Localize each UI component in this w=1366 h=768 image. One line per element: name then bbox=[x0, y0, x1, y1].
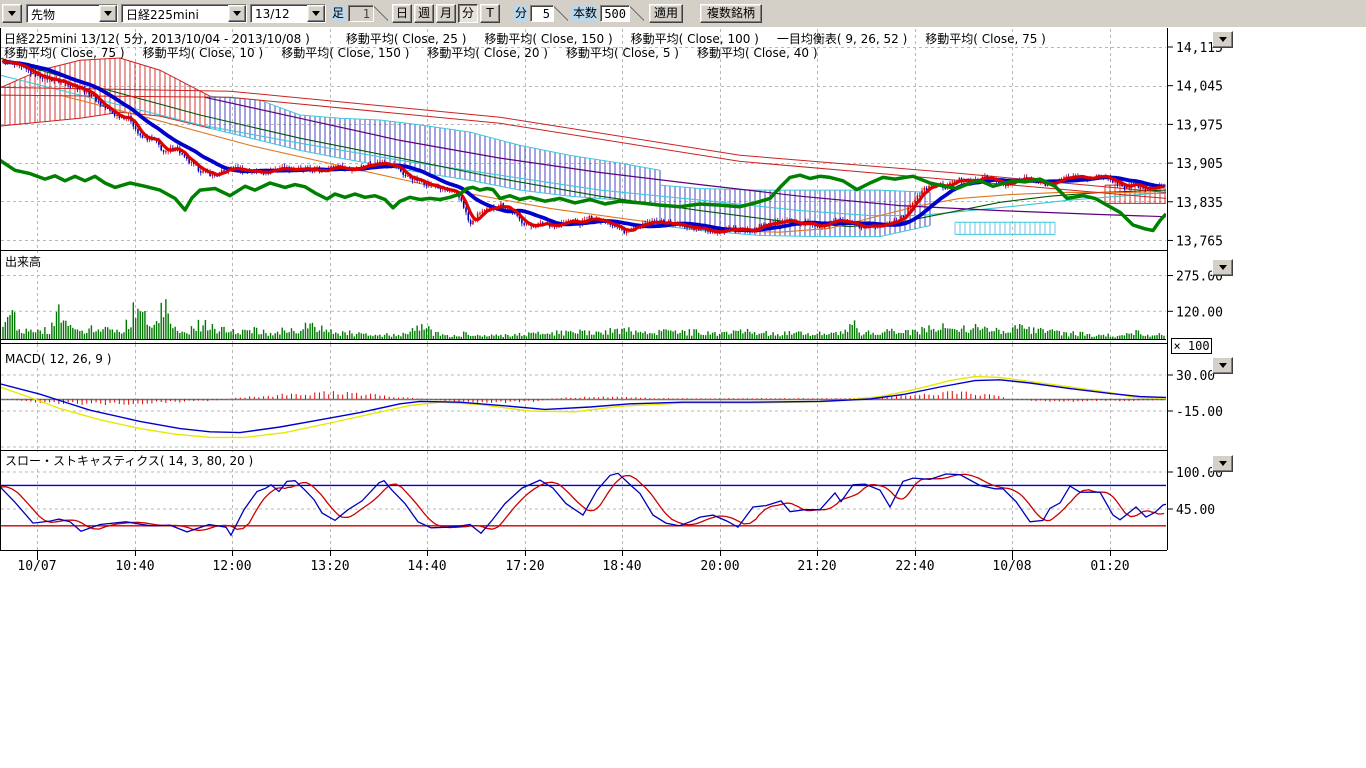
indicator-legend-item: 移動平均( Close, 5 ) bbox=[566, 46, 679, 60]
macd-pane-dropdown-button[interactable] bbox=[1212, 357, 1233, 374]
volume-pane-label: 出来高 bbox=[4, 253, 42, 270]
indicator-legend-item: 移動平均( Close, 20 ) bbox=[427, 46, 548, 60]
chevron-down-icon bbox=[1219, 363, 1227, 368]
chart-canvas: 14,11514,04513,97513,90513,83513,765275.… bbox=[0, 0, 1366, 768]
indicator-legend-item: 移動平均( Close, 75 ) bbox=[4, 46, 125, 60]
stoch-pane-dropdown-button[interactable] bbox=[1212, 455, 1233, 472]
axis-tick-label: 120.00 bbox=[1176, 305, 1223, 320]
axis-tick-label: 30.00 bbox=[1176, 369, 1215, 384]
x-axis-tick-label: 14:40 bbox=[407, 559, 446, 574]
stoch-pane-label: スロー・ストキャスティクス( 14, 3, 80, 20 ) bbox=[4, 452, 254, 469]
indicator-legend-row: 移動平均( Close, 75 ) 移動平均( Close, 10 ) 移動平均( … bbox=[4, 44, 854, 61]
app-window: { "toolbar": { "category": "先物", "symbol… bbox=[0, 0, 1366, 768]
x-axis-tick-label: 10/08 bbox=[992, 559, 1031, 574]
axis-tick-label: 13,835 bbox=[1176, 196, 1223, 211]
chevron-down-icon bbox=[1219, 265, 1227, 270]
x-axis-tick-label: 13:20 bbox=[310, 559, 349, 574]
axis-tick-label: -15.00 bbox=[1176, 405, 1223, 420]
x-axis-tick-label: 18:40 bbox=[602, 559, 641, 574]
indicator-legend-item: 移動平均( Close, 40 ) bbox=[697, 46, 818, 60]
x-axis-tick-label: 20:00 bbox=[700, 559, 739, 574]
indicator-legend-item: 移動平均( Close, 150 ) bbox=[281, 46, 409, 60]
axis-tick-label: 45.00 bbox=[1176, 503, 1215, 518]
volume-pane-dropdown-button[interactable] bbox=[1212, 259, 1233, 276]
macd-pane bbox=[0, 344, 1167, 450]
chevron-down-icon bbox=[1219, 461, 1227, 466]
x-axis-tick-label: 17:20 bbox=[505, 559, 544, 574]
axis-tick-label: 13,905 bbox=[1176, 157, 1223, 172]
x-axis-tick-label: 22:40 bbox=[895, 559, 934, 574]
x-axis-tick-label: 10:40 bbox=[115, 559, 154, 574]
chevron-down-icon bbox=[1219, 37, 1227, 42]
axis-tick-label: 13,765 bbox=[1176, 234, 1223, 249]
volume-multiplier-badge: × 100 bbox=[1171, 338, 1212, 354]
indicator-legend-item: 移動平均( Close, 10 ) bbox=[143, 46, 264, 60]
x-axis-tick-label: 01:20 bbox=[1090, 559, 1129, 574]
x-axis-tick-label: 10/07 bbox=[17, 559, 56, 574]
volume-pane bbox=[0, 251, 1167, 343]
axis-tick-label: 14,045 bbox=[1176, 80, 1223, 95]
price-pane bbox=[0, 29, 1167, 250]
macd-pane-label: MACD( 12, 26, 9 ) bbox=[4, 352, 112, 366]
price-pane-dropdown-button[interactable] bbox=[1212, 31, 1233, 48]
x-axis-tick-label: 21:20 bbox=[797, 559, 836, 574]
indicator-legend-item: 移動平均( Close, 75 ) bbox=[925, 32, 1046, 46]
x-axis-tick-label: 12:00 bbox=[212, 559, 251, 574]
axis-tick-label: 13,975 bbox=[1176, 118, 1223, 133]
